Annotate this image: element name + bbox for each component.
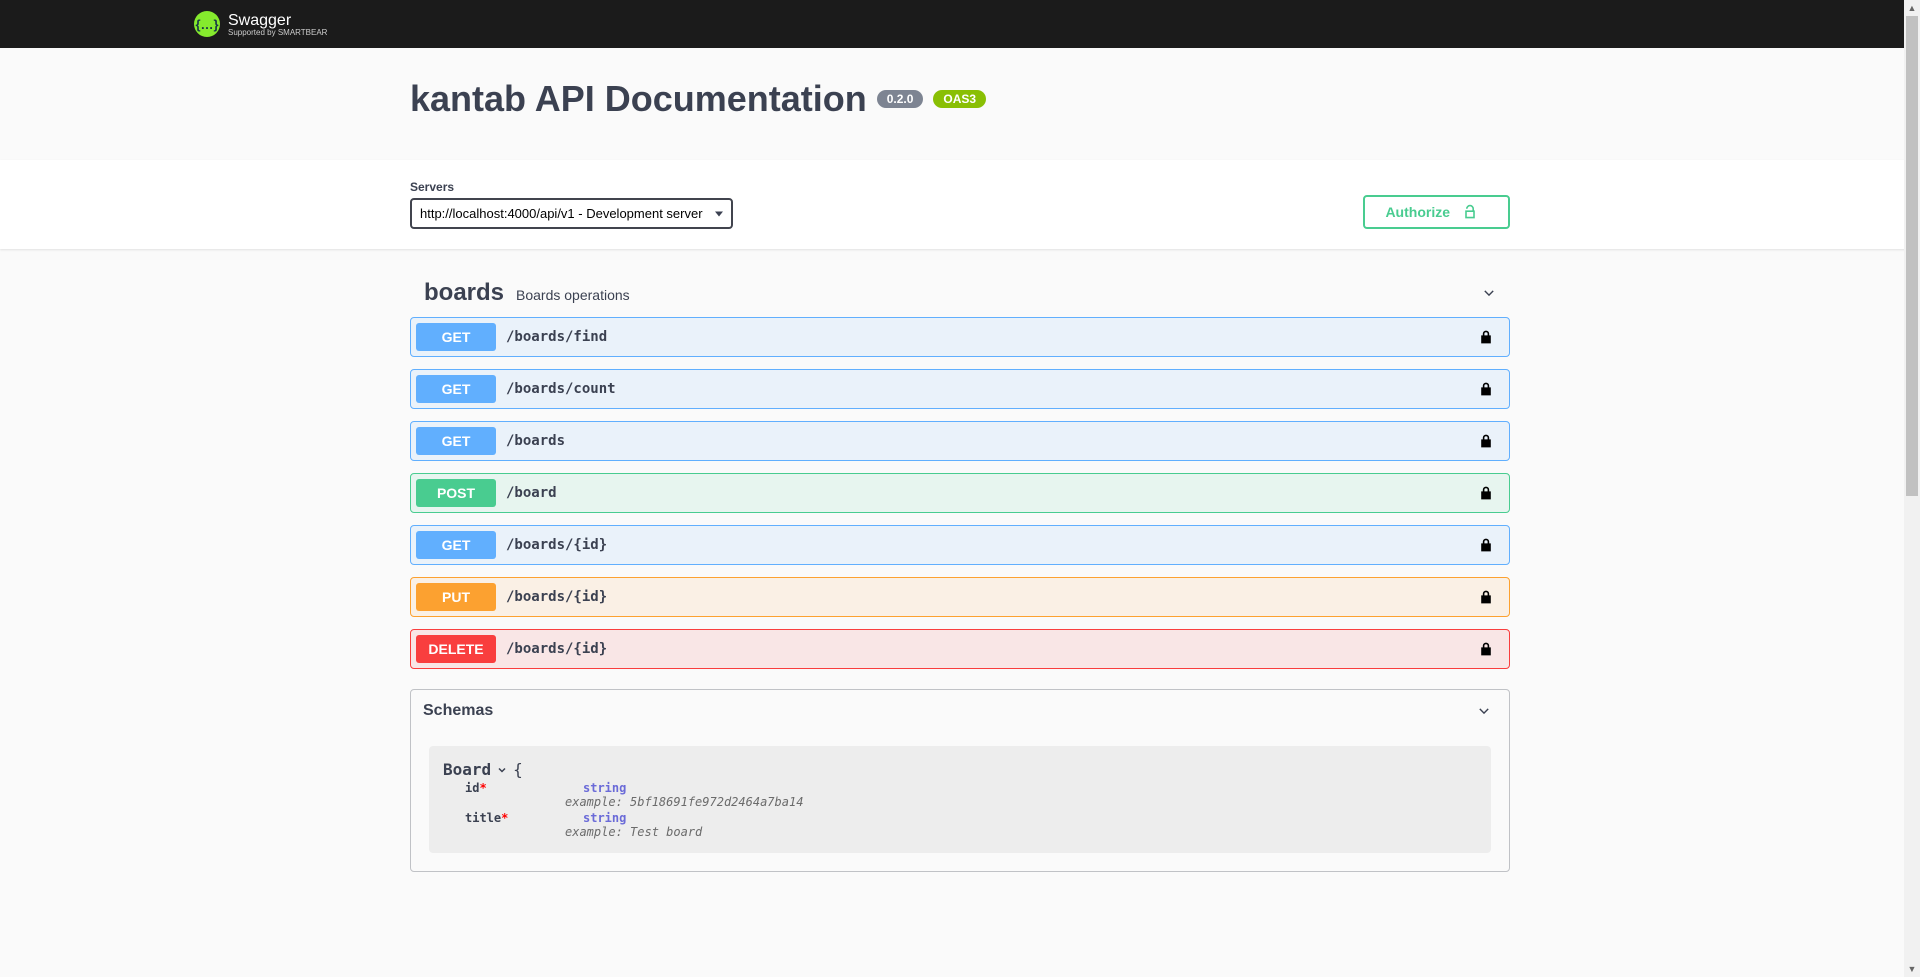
scroll-up-arrow[interactable]: ▲ — [1904, 0, 1920, 16]
chevron-down-icon — [1477, 704, 1491, 718]
operation-path: /board — [506, 485, 1478, 501]
method-badge: POST — [416, 479, 496, 507]
lock-open-icon — [1462, 204, 1478, 220]
method-badge: GET — [416, 323, 496, 351]
property-type: string — [583, 781, 626, 795]
property-example: example: Test board — [563, 825, 1477, 839]
property-name: title* — [463, 811, 583, 825]
authorize-label: Authorize — [1385, 204, 1450, 220]
operation-path: /boards/{id} — [506, 589, 1478, 605]
lock-icon[interactable] — [1478, 381, 1494, 397]
tag-section-boards: boards Boards operations GET/boards/find… — [410, 269, 1510, 669]
operation-path: /boards/find — [506, 329, 1478, 345]
servers-label: Servers — [410, 180, 733, 194]
operation-get-boards-count[interactable]: GET/boards/count — [410, 369, 1510, 409]
operation-delete-boards--id-[interactable]: DELETE/boards/{id} — [410, 629, 1510, 669]
method-badge: PUT — [416, 583, 496, 611]
chevron-down-icon — [1482, 286, 1496, 300]
lock-icon[interactable] — [1478, 485, 1494, 501]
server-select[interactable]: http://localhost:4000/api/v1 - Developme… — [410, 198, 733, 229]
api-title: kantab API Documentation — [410, 78, 867, 120]
method-badge: GET — [416, 531, 496, 559]
scrollbar[interactable]: ▲ ▼ — [1904, 0, 1920, 977]
property-example: example: 5bf18691fe972d2464a7ba14 — [563, 795, 1477, 809]
method-badge: GET — [416, 375, 496, 403]
servers-block: Servers http://localhost:4000/api/v1 - D… — [410, 180, 733, 229]
property-name: id* — [463, 781, 583, 795]
tag-header[interactable]: boards Boards operations — [410, 269, 1510, 317]
model-name[interactable]: Board { — [443, 760, 523, 779]
schemas-section: Schemas Board { id*stringexample: 5bf186… — [410, 689, 1510, 872]
version-badge: 0.2.0 — [877, 90, 924, 108]
lock-icon[interactable] — [1478, 433, 1494, 449]
operation-get-boards-find[interactable]: GET/boards/find — [410, 317, 1510, 357]
swagger-icon: {…} — [194, 11, 220, 37]
topbar: {…} Swagger Supported by SMARTBEAR — [0, 0, 1920, 48]
required-marker: * — [479, 781, 486, 795]
method-badge: DELETE — [416, 635, 496, 663]
operation-post-board[interactable]: POST/board — [410, 473, 1510, 513]
property-type: string — [583, 811, 626, 825]
operation-path: /boards/count — [506, 381, 1478, 397]
scheme-section: Servers http://localhost:4000/api/v1 - D… — [0, 160, 1920, 249]
authorize-button[interactable]: Authorize — [1363, 195, 1510, 229]
lock-icon[interactable] — [1478, 537, 1494, 553]
model-box: Board { id*stringexample: 5bf18691fe972d… — [429, 746, 1491, 853]
lock-icon[interactable] — [1478, 641, 1494, 657]
operation-path: /boards/{id} — [506, 537, 1478, 553]
model-property: title*string — [463, 809, 1477, 825]
operation-path: /boards — [506, 433, 1478, 449]
schemas-header[interactable]: Schemas — [411, 690, 1509, 728]
operation-get-boards--id-[interactable]: GET/boards/{id} — [410, 525, 1510, 565]
schemas-title: Schemas — [423, 702, 493, 720]
tag-name: boards — [424, 279, 504, 307]
chevron-down-icon — [497, 765, 507, 775]
operation-put-boards--id-[interactable]: PUT/boards/{id} — [410, 577, 1510, 617]
lock-icon[interactable] — [1478, 589, 1494, 605]
tag-description: Boards operations — [516, 287, 630, 303]
scroll-down-arrow[interactable]: ▼ — [1904, 961, 1920, 977]
operations-list: GET/boards/findGET/boards/countGET/board… — [410, 317, 1510, 669]
operation-get-boards[interactable]: GET/boards — [410, 421, 1510, 461]
required-marker: * — [501, 811, 508, 825]
scroll-thumb[interactable] — [1906, 16, 1918, 496]
brand-subtitle: Supported by SMARTBEAR — [228, 28, 327, 37]
model-property: id*string — [463, 779, 1477, 795]
operation-path: /boards/{id} — [506, 641, 1478, 657]
lock-icon[interactable] — [1478, 329, 1494, 345]
oas-badge: OAS3 — [933, 90, 986, 108]
main-content: boards Boards operations GET/boards/find… — [0, 249, 1920, 932]
method-badge: GET — [416, 427, 496, 455]
info-section: kantab API Documentation 0.2.0 OAS3 — [0, 48, 1920, 160]
swagger-logo[interactable]: {…} Swagger Supported by SMARTBEAR — [194, 11, 327, 37]
